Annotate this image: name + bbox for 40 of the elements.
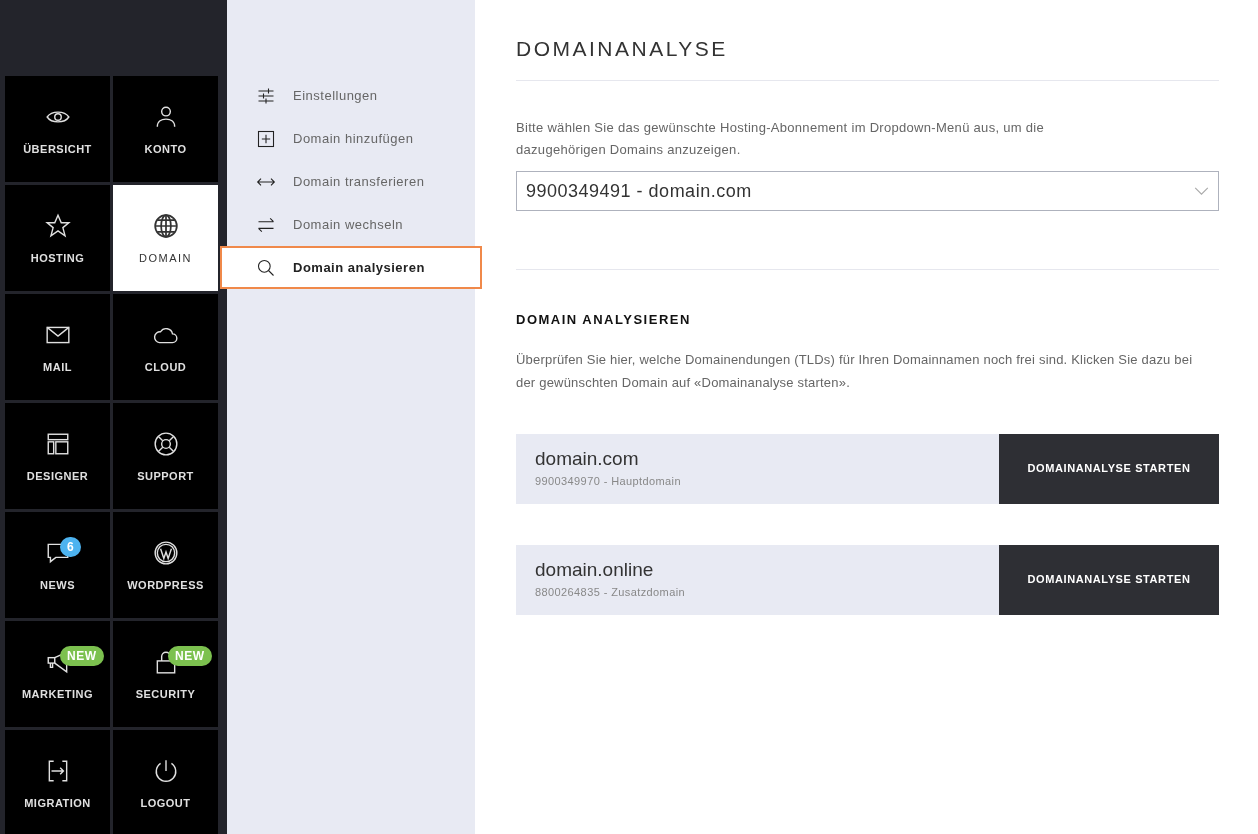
nav-tile[interactable]: DOMAIN bbox=[113, 185, 218, 291]
nav-tile[interactable]: NEW SECURITY bbox=[113, 621, 218, 727]
section-heading: DOMAIN ANALYSIEREN bbox=[516, 311, 691, 329]
nav-tile[interactable]: ÜBERSICHT bbox=[5, 76, 110, 182]
start-analysis-button[interactable]: DOMAINANALYSE STARTEN bbox=[999, 433, 1219, 504]
domain-detail: 9900349970 - Hauptdomain bbox=[535, 473, 681, 489]
badge: NEW bbox=[168, 646, 212, 666]
nav-tile[interactable]: 6 NEWS bbox=[5, 512, 110, 618]
nav-tile[interactable]: DESIGNER bbox=[5, 403, 110, 509]
nav-tile[interactable]: MAIL bbox=[5, 294, 110, 400]
domain-name: domain.online bbox=[535, 558, 654, 581]
subscription-dropdown[interactable]: 9900349491 - domain.com bbox=[516, 171, 1219, 211]
section-text: Überprüfen Sie hier, welche Domainendungen (TLDs) für Ihren Domainnamen noch frei sind. Klicken Sie dazu bei der gewünschten Domain auf «Domainanalyse starten». bbox=[516, 350, 1194, 392]
star-icon bbox=[44, 212, 71, 239]
chevron-down-icon bbox=[1194, 186, 1209, 196]
nav-tile[interactable]: WORDPRESS bbox=[113, 512, 218, 618]
submenu-item[interactable]: Domain analysieren bbox=[220, 246, 482, 289]
intro-text: Bitte wählen Sie das gewünschte Hosting-Abonnement im Dropdown-Menü aus, um die dazugehörigen Domains anzuzeigen. bbox=[516, 119, 1046, 159]
start-analysis-button[interactable]: DOMAINANALYSE STARTEN bbox=[999, 544, 1219, 615]
badge: 6 bbox=[60, 537, 82, 557]
badge: NEW bbox=[60, 646, 104, 666]
domain-detail: 8800264835 - Zusatzdomain bbox=[535, 584, 686, 600]
globe-icon bbox=[152, 212, 179, 239]
nav-tile[interactable]: MIGRATION bbox=[5, 730, 110, 834]
page-title: DOMAINANALYSE bbox=[516, 36, 728, 62]
nav-tile[interactable]: HOSTING bbox=[5, 185, 110, 291]
submenu-item[interactable]: Domain wechseln bbox=[227, 203, 475, 246]
plus-square-icon bbox=[256, 128, 276, 149]
nav-tile[interactable]: NEW MARKETING bbox=[5, 621, 110, 727]
submenu-item[interactable]: Domain transferieren bbox=[227, 160, 475, 203]
submenu-item[interactable]: Domain hinzufügen bbox=[227, 117, 475, 160]
lifebuoy-icon bbox=[152, 430, 179, 457]
wordpress-icon bbox=[152, 539, 179, 566]
submenu-item[interactable]: Einstellungen bbox=[227, 74, 475, 117]
nav-tile[interactable]: KONTO bbox=[113, 76, 218, 182]
nav-tile[interactable]: CLOUD bbox=[113, 294, 218, 400]
search-icon bbox=[256, 257, 276, 278]
domain-name: domain.com bbox=[535, 447, 639, 470]
nav-tile[interactable]: SUPPORT bbox=[113, 403, 218, 509]
nav-tile[interactable]: LOGOUT bbox=[113, 730, 218, 834]
